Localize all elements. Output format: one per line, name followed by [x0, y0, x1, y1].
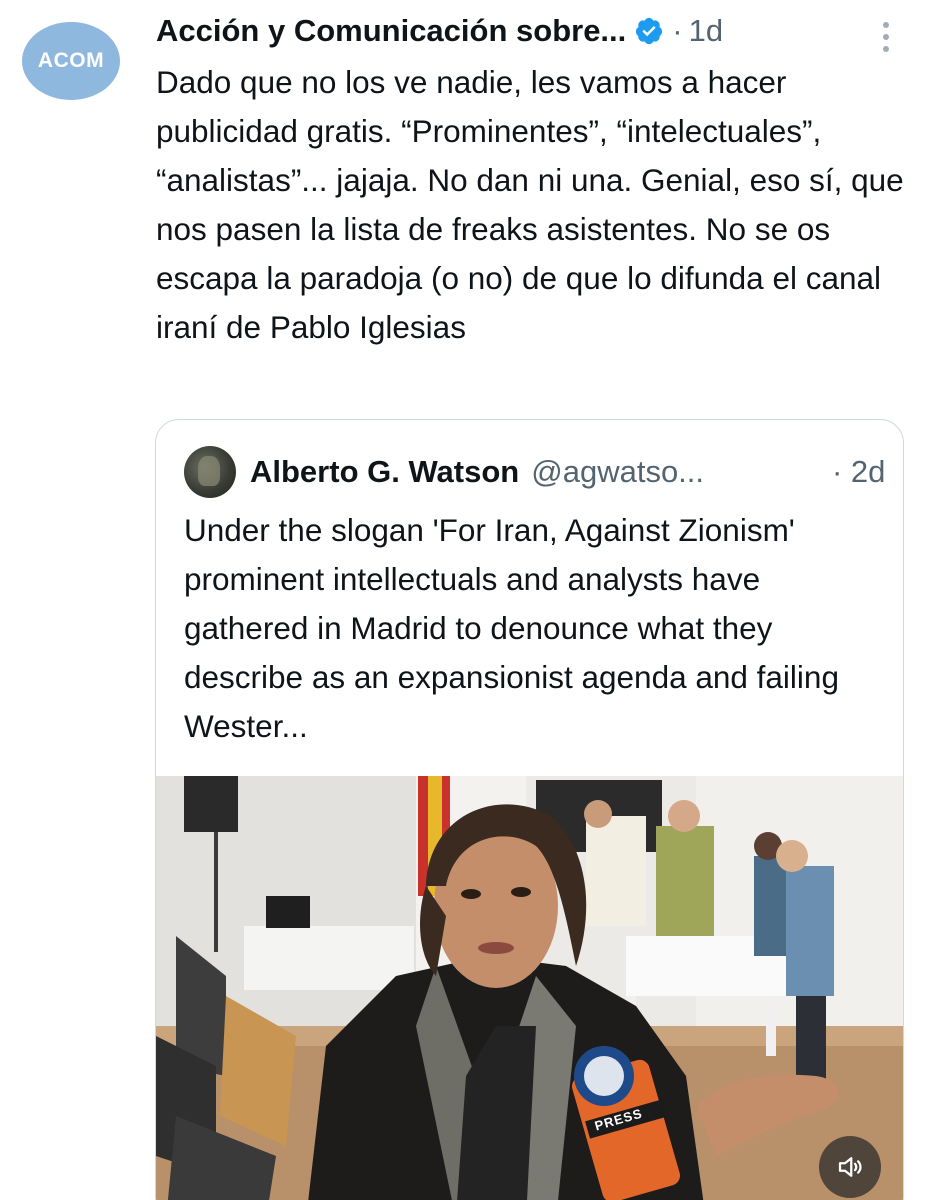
author-name[interactable]: Acción y Comunicación sobre... [156, 13, 626, 49]
quoted-tweet-text: Under the slogan 'For Iran, Against Zion… [184, 512, 839, 744]
verified-badge-icon [634, 16, 664, 46]
tweet-text: Dado que no los ve nadie, les vamos a ha… [156, 64, 904, 345]
quoted-tweet[interactable]: Alberto G. Watson @agwatso... · 2d Under… [155, 419, 904, 1200]
quoted-tweet-time[interactable]: · 2d [832, 446, 885, 498]
tweet-separator: · [672, 13, 683, 48]
avatar-logo-text: ACOM [37, 49, 105, 72]
quoted-author-handle: @agwatso... [531, 454, 705, 489]
quoted-tweet-header: Alberto G. Watson @agwatso... · 2d [184, 446, 885, 498]
sound-icon[interactable] [819, 1136, 881, 1198]
video-media[interactable]: PRESS [156, 776, 903, 1200]
tweet[interactable]: ACOM Acción y Comunicación sobre... · 1d… [0, 0, 934, 1200]
quoted-author-avatar[interactable] [184, 446, 236, 498]
tweet-time[interactable]: 1d [689, 13, 723, 49]
quoted-author-name[interactable]: Alberto G. Watson [250, 454, 519, 490]
tweet-header: Acción y Comunicación sobre... · 1d [156, 8, 723, 54]
author-avatar[interactable]: ACOM [22, 22, 120, 100]
video-frame [156, 776, 903, 1200]
more-options-icon[interactable] [882, 22, 890, 52]
